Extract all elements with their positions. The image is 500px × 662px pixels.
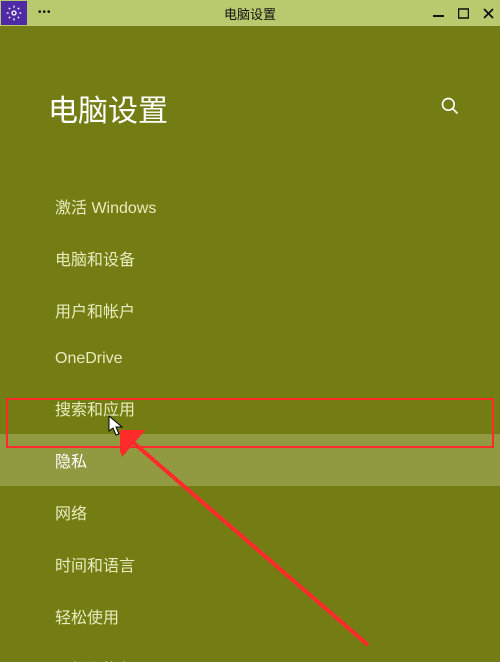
nav-item-privacy[interactable]: 隐私 <box>0 434 500 486</box>
window-title: 电脑设置 <box>0 4 500 23</box>
nav-item-accounts[interactable]: 用户和帐户 <box>0 284 500 336</box>
search-icon[interactable] <box>440 96 460 121</box>
nav-item-network[interactable]: 网络 <box>0 486 500 538</box>
settings-icon[interactable] <box>1 1 27 25</box>
menu-dots-icon[interactable]: ••• <box>38 8 52 18</box>
sidebar-nav: 激活 Windows 电脑和设备 用户和帐户 OneDrive 搜索和应用 隐私… <box>0 180 500 662</box>
nav-item-onedrive[interactable]: OneDrive <box>0 336 500 382</box>
nav-item-ease-of-access[interactable]: 轻松使用 <box>0 590 500 642</box>
nav-item-activate-windows[interactable]: 激活 Windows <box>0 180 500 232</box>
titlebar: ••• 电脑设置 <box>0 0 500 26</box>
minimize-button[interactable] <box>433 8 444 19</box>
page-title: 电脑设置 <box>48 86 168 130</box>
nav-item-update-and-recovery[interactable]: 更新和恢复 <box>0 642 500 662</box>
nav-item-search-and-apps[interactable]: 搜索和应用 <box>0 382 500 434</box>
nav-item-pc-and-devices[interactable]: 电脑和设备 <box>0 232 500 284</box>
close-button[interactable] <box>483 8 494 19</box>
nav-item-time-and-language[interactable]: 时间和语言 <box>0 538 500 590</box>
maximize-button[interactable] <box>458 8 469 19</box>
